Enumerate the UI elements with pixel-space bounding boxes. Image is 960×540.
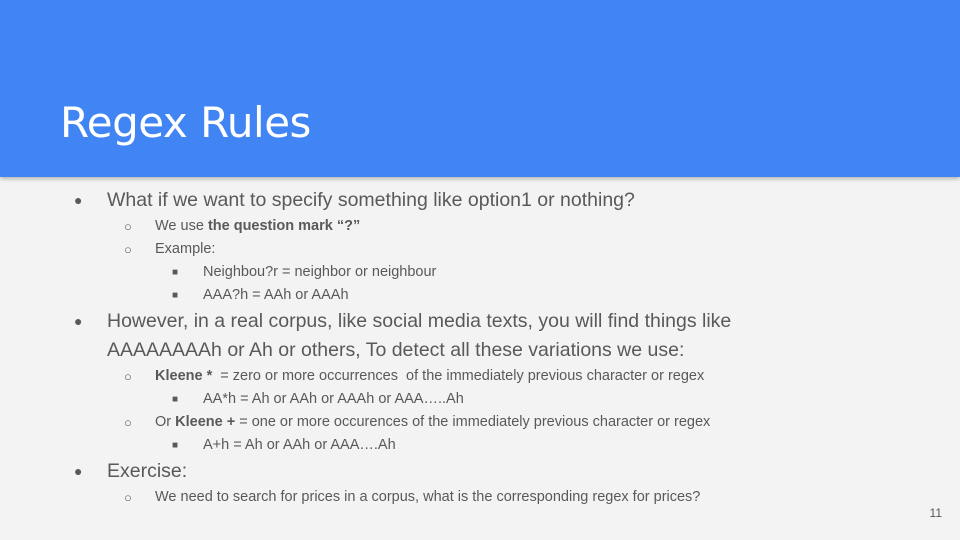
bullet-bold-text: Kleene + bbox=[175, 414, 236, 430]
bullet-dot-icon: ● bbox=[74, 313, 83, 329]
sub-sub-bullet-aa-star-h: ■ AA*h = Ah or AAh or AAAh or AAA…..Ah bbox=[0, 388, 960, 411]
bullet-text-line2: AAAAAAAAh or Ah or others, To detect all… bbox=[107, 339, 685, 361]
sub-sub-bullet-a-plus-h: ■ A+h = Ah or AAh or AAA….Ah bbox=[0, 434, 960, 457]
sub-bullet-prices: ○ We need to search for prices in a corp… bbox=[0, 486, 960, 509]
title-bar: Regex Rules bbox=[0, 0, 960, 177]
bullet-text: AA*h = Ah or AAh or AAAh or AAA…..Ah bbox=[203, 391, 464, 407]
page-number: 11 bbox=[929, 506, 942, 520]
bullet-square-icon: ■ bbox=[172, 267, 179, 278]
bullet-text: We use bbox=[155, 218, 208, 234]
sub-sub-bullet-neighbour: ■ Neighbou?r = neighbor or neighbour bbox=[0, 261, 960, 284]
bullet-text: What if we want to specify something lik… bbox=[107, 189, 635, 211]
bullet-text: A+h = Ah or AAh or AAA….Ah bbox=[203, 437, 396, 453]
sub-bullet-kleene-plus: ○ Or Kleene + = one or more occurences o… bbox=[0, 411, 960, 434]
bullet-text: We need to search for prices in a corpus… bbox=[155, 489, 701, 505]
slide-body: ● What if we want to specify something l… bbox=[0, 186, 960, 509]
bullet-dot-icon: ● bbox=[74, 192, 83, 208]
sub-sub-bullet-aaah: ■ AAA?h = AAh or AAAh bbox=[0, 284, 960, 307]
bullet-bold-text: the question mark “?” bbox=[207, 218, 361, 234]
bullet-text: = zero or more occurrences of the immedi… bbox=[212, 368, 705, 384]
slide-title: Regex Rules bbox=[60, 98, 311, 147]
bullet-bold-text: Kleene * bbox=[155, 368, 213, 384]
bullet-text: Example: bbox=[155, 241, 216, 257]
bullet-square-icon: ■ bbox=[172, 440, 179, 451]
bullet-circle-icon: ○ bbox=[124, 490, 132, 505]
bullet-exercise: ● Exercise: bbox=[0, 457, 960, 486]
slide: Regex Rules ● What if we want to specify… bbox=[0, 0, 960, 540]
bullet-option-or-nothing: ● What if we want to specify something l… bbox=[0, 186, 960, 215]
bullet-text: = one or more occurences of the immediat… bbox=[235, 414, 711, 430]
bullet-text: AAA?h = AAh or AAAh bbox=[203, 287, 349, 303]
bullet-text-line1: However, in a real corpus, like social m… bbox=[107, 310, 732, 332]
bullet-dot-icon: ● bbox=[74, 463, 83, 479]
bullet-text: Neighbou?r = neighbor or neighbour bbox=[203, 264, 437, 280]
sub-bullet-kleene-star: ○ Kleene * = zero or more occurrences of… bbox=[0, 365, 960, 388]
bullet-circle-icon: ○ bbox=[124, 219, 132, 234]
bullet-text: Or bbox=[155, 414, 176, 430]
bullet-circle-icon: ○ bbox=[124, 369, 132, 384]
sub-bullet-example: ○ Example: bbox=[0, 238, 960, 261]
bullet-real-corpus: ● However, in a real corpus, like social… bbox=[0, 307, 960, 365]
bullet-circle-icon: ○ bbox=[124, 242, 132, 257]
sub-bullet-question-mark: ○ We use the question mark “?” bbox=[0, 215, 960, 238]
bullet-square-icon: ■ bbox=[172, 290, 179, 301]
bullet-circle-icon: ○ bbox=[124, 415, 132, 430]
bullet-square-icon: ■ bbox=[172, 394, 179, 405]
bullet-text: Exercise: bbox=[107, 460, 188, 482]
